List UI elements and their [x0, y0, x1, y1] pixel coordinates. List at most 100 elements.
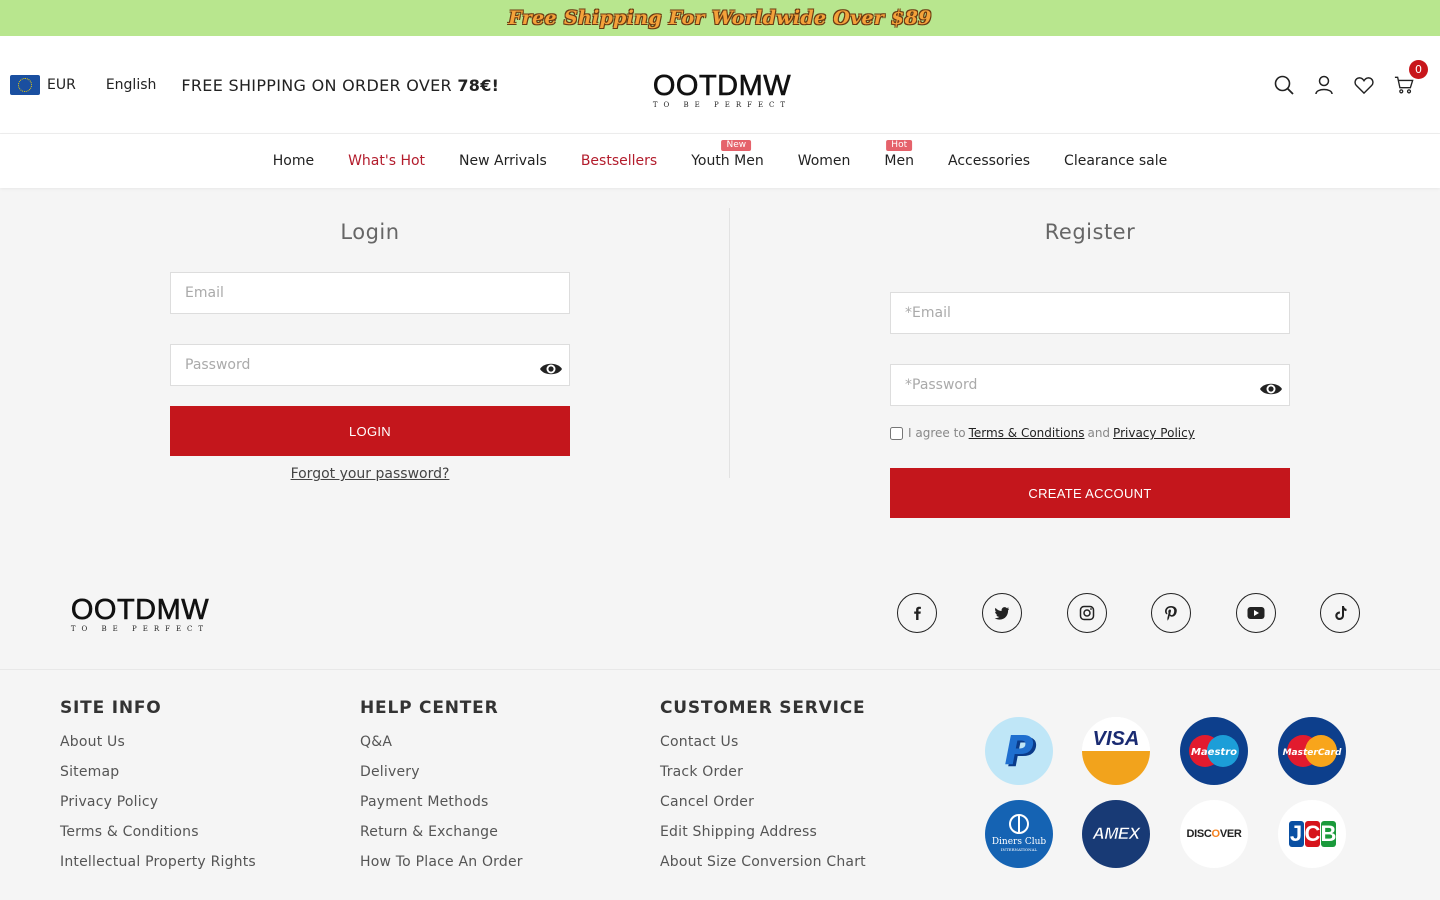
- footer-link-delivery[interactable]: Delivery: [360, 762, 523, 792]
- discover-icon: DISCOVER: [1180, 800, 1248, 868]
- footer-link-how-to-order[interactable]: How To Place An Order: [360, 852, 523, 882]
- footer-logo[interactable]: OOTDMW TO BE PERFECT: [62, 594, 218, 633]
- footer-logo-text: OOTDMW: [70, 594, 210, 626]
- privacy-link[interactable]: Privacy Policy: [1113, 426, 1195, 440]
- discover-orange-o: O: [1211, 828, 1221, 840]
- nav-item-clearance-sale[interactable]: Clearance sale: [1047, 134, 1184, 188]
- eye-icon[interactable]: [1259, 377, 1283, 401]
- heart-icon[interactable]: [1354, 75, 1374, 95]
- login-password-input[interactable]: [171, 345, 569, 385]
- footer-link-edit-address[interactable]: Edit Shipping Address: [660, 822, 866, 852]
- search-icon[interactable]: [1274, 75, 1294, 95]
- footer-link-privacy-policy[interactable]: Privacy Policy: [60, 792, 256, 822]
- discover-logo-text: DISCOVER: [1186, 828, 1242, 840]
- eye-icon[interactable]: [539, 357, 563, 381]
- register-password-field[interactable]: [890, 364, 1290, 406]
- site-logo[interactable]: OOTDMW TO BE PERFECT: [647, 71, 797, 109]
- jcb-icon: J CB: [1278, 800, 1346, 868]
- nav-item-label: Youth Men: [691, 153, 764, 169]
- nav-item-label: Home: [272, 153, 315, 169]
- register-email-input[interactable]: [891, 293, 1289, 333]
- language-selector[interactable]: English: [106, 77, 157, 93]
- footer-link-qa[interactable]: Q&A: [360, 732, 523, 762]
- footer-col-title: HELP CENTER: [360, 698, 499, 718]
- visa-bottom: [1082, 751, 1150, 785]
- footer-col-customer-service: CUSTOMER SERVICE Contact Us Track Order …: [660, 698, 866, 882]
- register-password-input[interactable]: [891, 365, 1289, 405]
- footer-col-help-center: HELP CENTER Q&A Delivery Payment Methods…: [360, 698, 523, 882]
- site-header: EUR English FREE SHIPPING ON ORDER OVER …: [0, 36, 1440, 134]
- login-email-field[interactable]: [170, 272, 570, 314]
- nav-item-whats-hot[interactable]: What's Hot: [331, 134, 442, 188]
- footer-col-site-info: SITE INFO About Us Sitemap Privacy Polic…: [60, 698, 256, 882]
- shipping-note-amount: 78€!: [457, 75, 500, 95]
- register-title: Register: [1044, 220, 1136, 244]
- shipping-note: FREE SHIPPING ON ORDER OVER 78€!: [181, 76, 499, 95]
- eu-flag-icon[interactable]: [10, 75, 40, 95]
- footer-links: SITE INFO About Us Sitemap Privacy Polic…: [0, 671, 1440, 900]
- promo-text: Free Shipping For Worldwide Over $89: [508, 7, 932, 29]
- twitter-icon[interactable]: [982, 593, 1022, 633]
- terms-checkbox[interactable]: [890, 426, 903, 440]
- create-account-button[interactable]: CREATE ACCOUNT: [890, 468, 1290, 518]
- footer-link-size-chart[interactable]: About Size Conversion Chart: [660, 852, 866, 882]
- jcb-letter: C: [1304, 821, 1321, 847]
- login-password-field[interactable]: [170, 344, 570, 386]
- jcb-logo-text: J CB: [1288, 821, 1336, 847]
- terms-link[interactable]: Terms & Conditions: [969, 426, 1085, 440]
- nav-item-bestsellers[interactable]: Bestsellers: [564, 134, 674, 188]
- nav-item-accessories[interactable]: Accessories: [931, 134, 1047, 188]
- paypal-icon: P: [985, 717, 1053, 785]
- footer-link-cancel-order[interactable]: Cancel Order: [660, 792, 866, 822]
- maestro-icon: Maestro: [1180, 717, 1248, 785]
- footer-link-payment-methods[interactable]: Payment Methods: [360, 792, 523, 822]
- footer-link-return-exchange[interactable]: Return & Exchange: [360, 822, 523, 852]
- visa-logo-text: VISA: [1092, 728, 1140, 750]
- instagram-icon[interactable]: [1067, 593, 1107, 633]
- new-badge: New: [721, 140, 752, 151]
- facebook-icon[interactable]: [897, 593, 937, 633]
- mastercard-icon: MasterCard: [1278, 717, 1346, 785]
- nav-item-label: Bestsellers: [580, 153, 658, 169]
- youtube-icon[interactable]: [1236, 593, 1276, 633]
- login-email-input[interactable]: [171, 273, 569, 313]
- footer-link-sitemap[interactable]: Sitemap: [60, 762, 256, 792]
- auth-divider: [729, 208, 730, 478]
- footer-col-title: SITE INFO: [60, 698, 162, 718]
- login-button[interactable]: LOGIN: [170, 406, 570, 456]
- main-nav: Home What's Hot New Arrivals Bestsellers…: [0, 134, 1440, 188]
- diners-logo-text: Diners Club: [992, 837, 1047, 847]
- footer-link-about-us[interactable]: About Us: [60, 732, 256, 762]
- nav-item-youth-men[interactable]: New Youth Men: [674, 134, 781, 188]
- footer-link-contact-us[interactable]: Contact Us: [660, 732, 866, 762]
- nav-item-label: Women: [797, 153, 851, 169]
- visa-top: VISA: [1082, 717, 1150, 751]
- nav-item-women[interactable]: Women: [781, 134, 868, 188]
- register-email-field[interactable]: [890, 292, 1290, 334]
- nav-item-new-arrivals[interactable]: New Arrivals: [442, 134, 564, 188]
- visa-icon: VISA: [1082, 717, 1150, 785]
- forgot-password-link[interactable]: Forgot your password?: [170, 466, 570, 482]
- nav-item-home[interactable]: Home: [256, 134, 331, 188]
- diners-logo-subtext: INTERNATIONAL: [1001, 847, 1038, 852]
- cart-icon[interactable]: 0: [1394, 60, 1428, 95]
- tiktok-icon[interactable]: [1320, 593, 1360, 633]
- agree-text: I agree to: [908, 426, 966, 440]
- promo-banner[interactable]: Free Shipping For Worldwide Over $89: [0, 0, 1440, 36]
- user-icon[interactable]: [1314, 75, 1334, 95]
- footer-top: OOTDMW TO BE PERFECT: [0, 560, 1440, 670]
- logo-tagline: TO BE PERFECT: [652, 101, 792, 109]
- diners-club-icon: Diners Club INTERNATIONAL: [985, 800, 1053, 868]
- pinterest-icon[interactable]: [1151, 593, 1191, 633]
- nav-item-label: New Arrivals: [459, 153, 547, 169]
- nav-item-label: Clearance sale: [1064, 153, 1168, 169]
- nav-item-men[interactable]: Hot Men: [867, 134, 931, 188]
- agree-and-text: and: [1087, 426, 1111, 440]
- jcb-letter: B: [1320, 821, 1337, 847]
- currency-selector[interactable]: EUR: [47, 77, 76, 93]
- footer-link-track-order[interactable]: Track Order: [660, 762, 866, 792]
- amex-logo-text: AMEX: [1092, 824, 1140, 844]
- footer-link-terms[interactable]: Terms & Conditions: [60, 822, 256, 852]
- nav-item-label: Accessories: [948, 153, 1031, 169]
- footer-link-ip-rights[interactable]: Intellectual Property Rights: [60, 852, 256, 882]
